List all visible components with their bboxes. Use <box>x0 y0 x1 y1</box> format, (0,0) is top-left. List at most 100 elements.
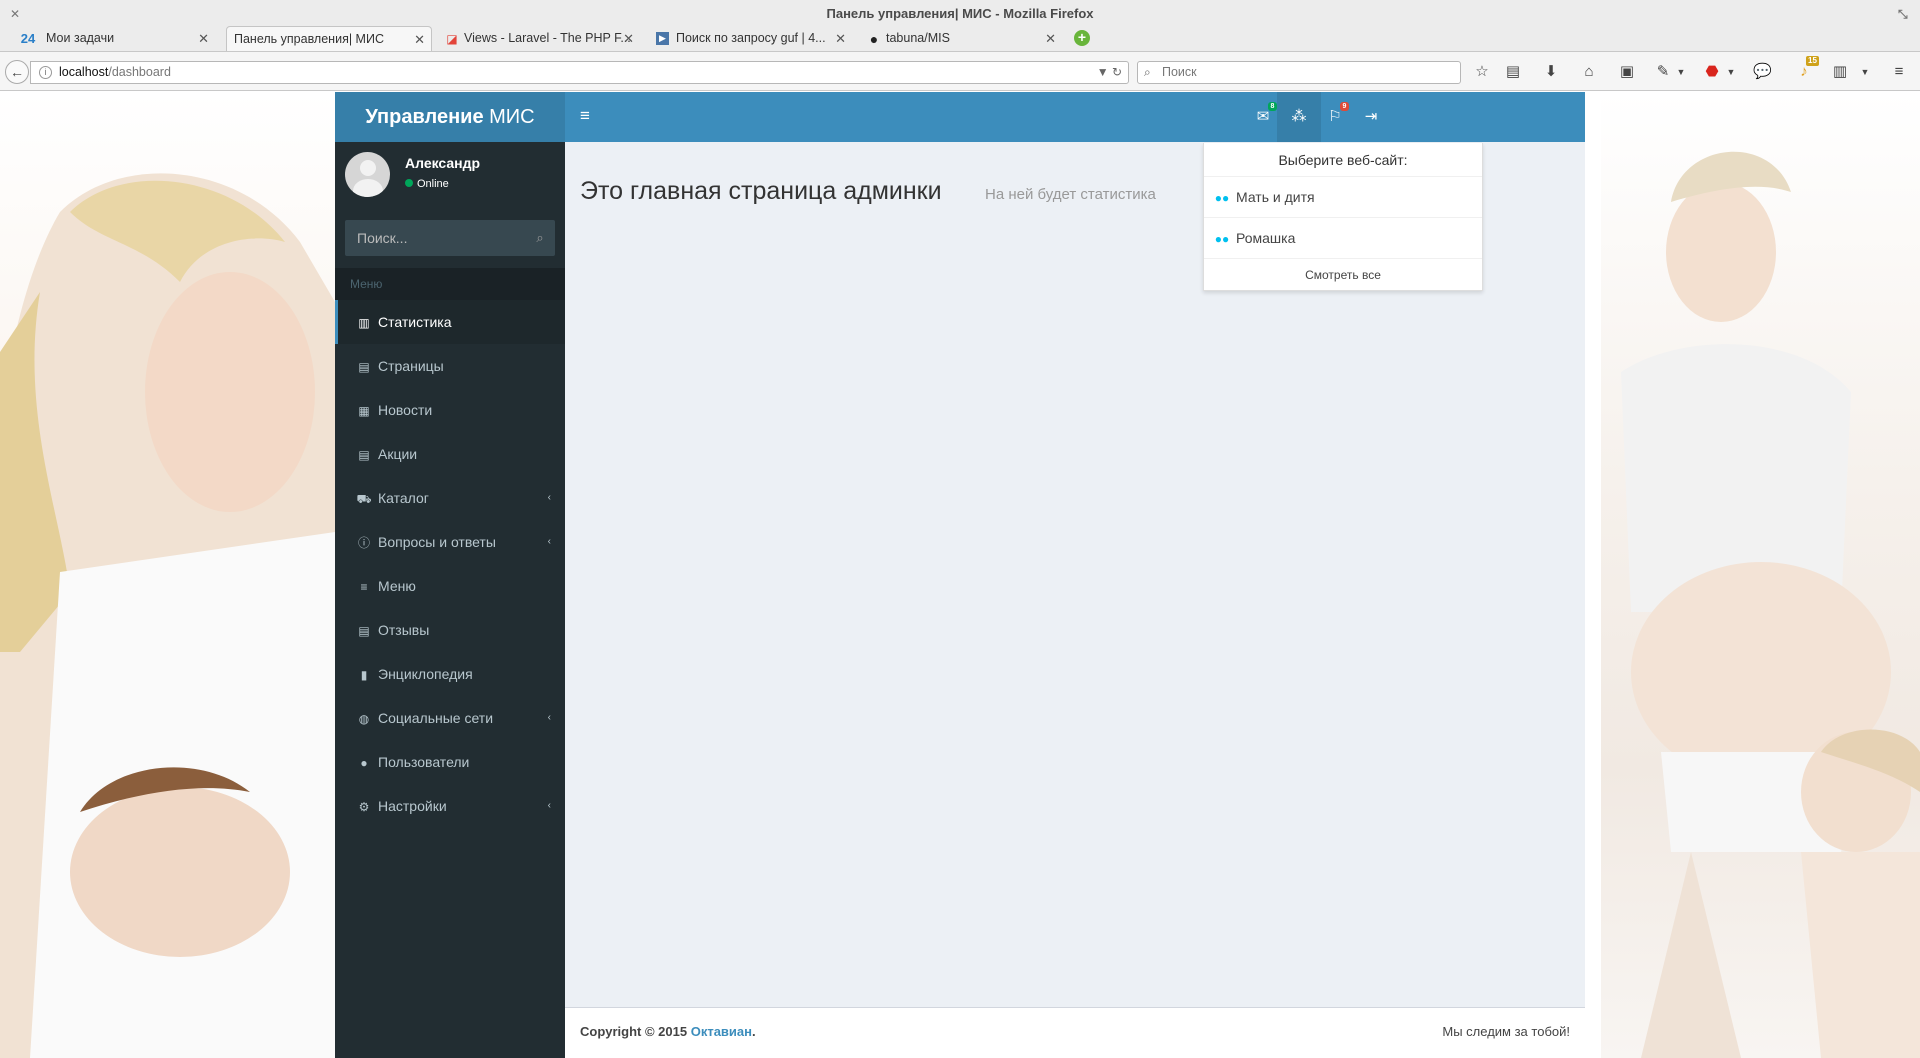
url-bar[interactable]: i localhost/dashboard ▼ ↻ <box>30 61 1129 84</box>
sidebar: Александр Online ⌕ Меню ▥ Статистика ▤ Стр… <box>335 142 565 1058</box>
tab-laravel-views[interactable]: ◪ Views - Laravel - The PHP F... ✕ <box>440 26 640 51</box>
info-icon: ⓘ <box>357 536 370 550</box>
admin-panel: Управление МИС ≡ ✉ 8 ⁂ ⚐ 9 ⇥ Александр O… <box>335 92 1585 1058</box>
tab-close-icon[interactable]: ✕ <box>1045 26 1056 51</box>
sidebar-item-faq[interactable]: ⓘ Вопросы и ответы ‹ <box>335 520 565 564</box>
search-placeholder: Поиск <box>1162 65 1197 79</box>
tab-my-tasks[interactable]: 24 Мои задачи ✕ <box>0 26 215 51</box>
sidebar-item-encyclopedia[interactable]: ▮ Энциклопедия <box>335 652 565 696</box>
sidebar-item-label: Новости <box>378 402 433 418</box>
admin-topnav: ≡ ✉ 8 ⁂ ⚐ 9 ⇥ <box>565 92 1585 142</box>
dropdown-item-label: Мать и дитя <box>1236 189 1315 205</box>
sidebar-item-label: Страницы <box>378 358 444 374</box>
tab-search-guf[interactable]: ▶ Поиск по запросу guf | 4... ✕ <box>652 26 852 51</box>
file-icon: ▤ <box>358 624 370 638</box>
copyright: Copyright © 2015 Октавиан. <box>580 1024 756 1039</box>
tab-close-icon[interactable]: ✕ <box>198 26 209 51</box>
sidebar-item-label: Отзывы <box>378 622 430 638</box>
dropdown-item-site[interactable]: ●● Мать и дитя <box>1204 177 1482 218</box>
sidebar-item-label: Вопросы и ответы <box>378 534 496 550</box>
logout-button[interactable]: ⇥ <box>1349 92 1393 142</box>
sidebar-item-settings[interactable]: ⚙ Настройки ‹ <box>335 784 565 828</box>
gear-icon: ⚙ <box>358 800 370 814</box>
company-link[interactable]: Октавиан <box>691 1024 752 1039</box>
chat-icon[interactable]: 💬 <box>1753 63 1772 81</box>
sidebar-item-users[interactable]: ● Пользователи <box>335 740 565 784</box>
clipboard-dropdown-icon[interactable]: ▼ <box>1856 63 1874 81</box>
avatar[interactable] <box>345 152 390 197</box>
user-status: Online <box>405 178 449 190</box>
tab-label: Views - Laravel - The PHP F... <box>464 31 631 45</box>
sidebar-item-catalog[interactable]: ⛟ Каталог ‹ <box>335 476 565 520</box>
sidebar-item-label: Акции <box>378 446 418 462</box>
hamburger-menu-icon[interactable]: ≡ <box>1890 63 1908 81</box>
menu-header: Меню <box>335 268 565 300</box>
tab-close-icon[interactable]: ✕ <box>414 27 425 51</box>
search-input[interactable]: ⌕ Поиск <box>1137 61 1461 84</box>
dropdown-view-all-link[interactable]: Смотреть все <box>1204 259 1482 291</box>
sidebar-item-statistics[interactable]: ▥ Статистика <box>335 300 565 344</box>
window-restore-icon[interactable]: ⤡ <box>1898 0 1908 28</box>
copyright-text: Copyright © 2015 <box>580 1024 691 1039</box>
addon-badge: 15 <box>1806 56 1819 66</box>
dropdown-item-site[interactable]: ●● Ромашка <box>1204 218 1482 259</box>
admin-logo[interactable]: Управление МИС <box>335 92 565 142</box>
sidebar-item-label: Настройки <box>378 798 447 814</box>
sidebar-item-pages[interactable]: ▤ Страницы <box>335 344 565 388</box>
footer-slogan: Мы следим за тобой! <box>1442 1024 1570 1039</box>
tab-label: Поиск по запросу guf | 4... <box>676 31 826 45</box>
chevron-left-icon: ‹ <box>547 536 551 547</box>
sidebar-item-promotions[interactable]: ▤ Акции <box>335 432 565 476</box>
user-panel: Александр Online <box>345 152 555 202</box>
search-icon[interactable]: ⌕ <box>531 229 549 247</box>
sidebar-search-input[interactable] <box>345 220 515 256</box>
new-tab-button[interactable]: + <box>1074 30 1090 46</box>
bookmarks-menu-icon[interactable]: ▤ <box>1504 63 1522 81</box>
addon-tool-icon[interactable]: ✎ <box>1654 63 1672 81</box>
user-status-text: Online <box>417 178 449 190</box>
sidebar-item-reviews[interactable]: ▤ Отзывы <box>335 608 565 652</box>
adblock-dropdown-icon[interactable]: ▼ <box>1722 63 1740 81</box>
sidebar-toggle-icon[interactable]: ≡ <box>575 106 595 126</box>
chevron-left-icon: ‹ <box>547 492 551 503</box>
tab-github[interactable]: ● tabuna/MIS ✕ <box>862 26 1062 51</box>
file-icon: ▤ <box>358 360 370 374</box>
window-title: Панель управления| МИС - Mozilla Firefox <box>826 6 1094 21</box>
tab-close-icon[interactable]: ✕ <box>623 26 634 51</box>
page-subtitle: На ней будет статистика <box>985 186 1156 203</box>
chevron-left-icon: ‹ <box>547 800 551 811</box>
github-icon: ● <box>869 31 879 47</box>
url-dropdown-icon[interactable]: ▼ <box>1097 65 1109 79</box>
back-button[interactable]: ← <box>5 60 29 84</box>
tab-strip: 24 Мои задачи ✕ Панель управления| МИС ✕… <box>0 26 1920 51</box>
reload-icon[interactable]: ↻ <box>1112 65 1122 79</box>
window-close-icon[interactable]: ✕ <box>10 0 20 28</box>
sidebar-item-social[interactable]: ◍ Социальные сети ‹ <box>335 696 565 740</box>
users-icon: ●● <box>1214 232 1230 246</box>
logo-bold-text: Управление <box>365 106 484 128</box>
tab-close-icon[interactable]: ✕ <box>835 26 846 51</box>
user-name: Александр <box>405 155 481 171</box>
site-info-icon[interactable]: i <box>39 66 52 79</box>
home-icon[interactable]: ⌂ <box>1580 63 1598 81</box>
tab-label: Мои задачи <box>46 31 115 45</box>
sidebar-item-news[interactable]: ▦ Новости <box>335 388 565 432</box>
dropdown-item-label: Ромашка <box>1236 230 1296 246</box>
sidebar-item-label: Статистика <box>378 314 452 330</box>
addon-dropdown-icon[interactable]: ▼ <box>1672 63 1690 81</box>
sidebar-search: ⌕ <box>345 220 555 256</box>
newspaper-icon: ▦ <box>358 404 370 418</box>
addon-screen-icon[interactable]: ▣ <box>1618 63 1636 81</box>
clipboard-icon[interactable]: ▥ <box>1831 63 1849 81</box>
list-icon: ≡ <box>360 580 368 594</box>
url-host: localhost <box>59 65 109 79</box>
adblock-icon[interactable]: ⬣ <box>1703 63 1721 81</box>
flag-icon: ⚐ <box>1328 108 1342 125</box>
tab-dashboard[interactable]: Панель управления| МИС ✕ <box>226 26 432 51</box>
window-titlebar: ✕ Панель управления| МИС - Mozilla Firef… <box>0 0 1920 26</box>
bookmark-star-icon[interactable]: ☆ <box>1473 63 1491 81</box>
site-select-dropdown: Выберите веб-сайт: ●● Мать и дитя ●● Ромаш… <box>1203 143 1483 291</box>
admin-footer: Copyright © 2015 Октавиан. Мы следим за … <box>565 1007 1585 1058</box>
downloads-icon[interactable]: ⬇ <box>1542 63 1560 81</box>
sidebar-item-menu[interactable]: ≡ Меню <box>335 564 565 608</box>
